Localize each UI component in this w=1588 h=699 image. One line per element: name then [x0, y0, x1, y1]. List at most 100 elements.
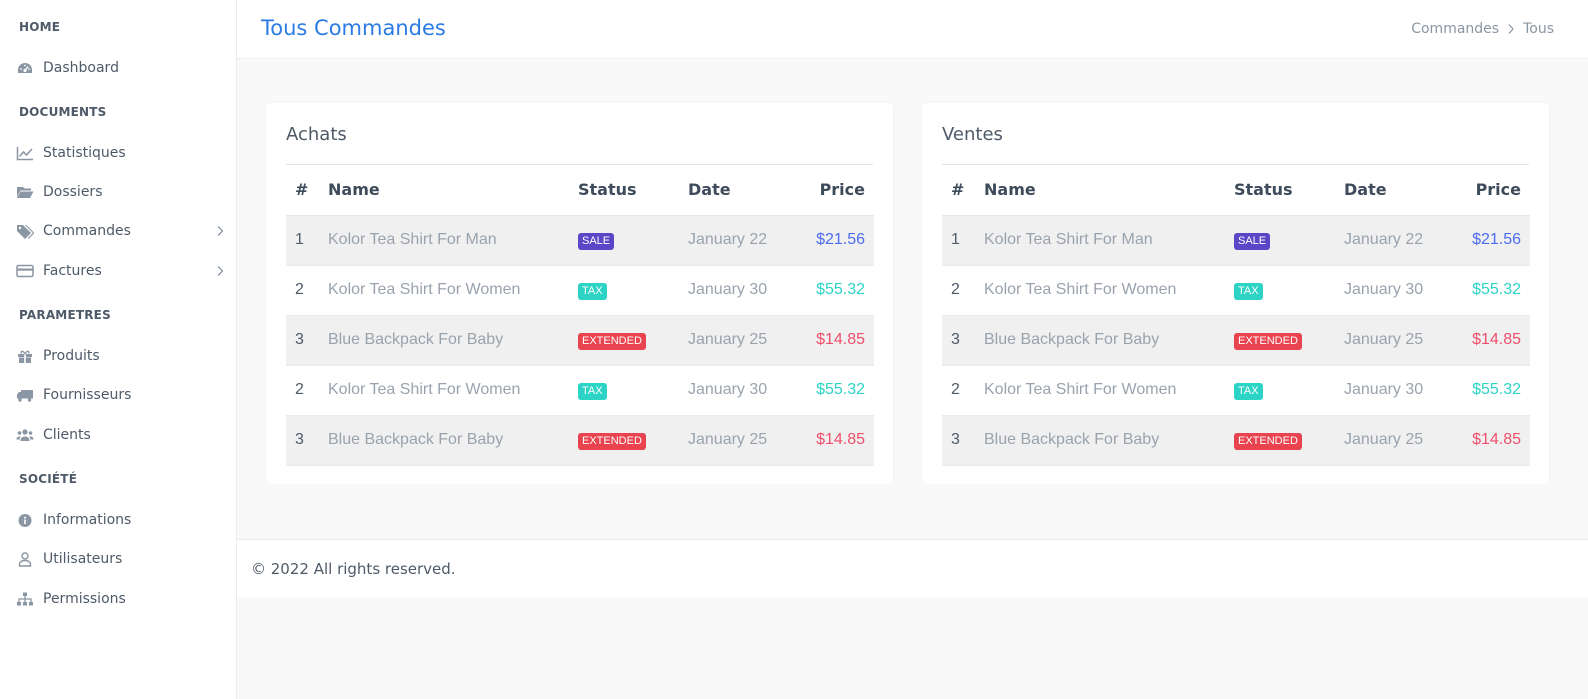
sidebar-item-label: Fournisseurs	[43, 387, 132, 403]
status-badge: TAX	[578, 282, 607, 300]
users-icon	[16, 427, 34, 443]
status-badge: EXTENDED	[578, 332, 646, 350]
sidebar-item-informations[interactable]: Informations	[0, 505, 236, 535]
sidebar-item-factures[interactable]: Factures	[0, 256, 236, 286]
row-number: 2	[286, 265, 328, 316]
table-row[interactable]: 2 Kolor Tea Shirt For Women TAX January 30 $…	[286, 265, 874, 316]
table-row[interactable]: 3 Blue Backpack For Baby EXTENDED January 2…	[942, 415, 1530, 466]
card-title: Achats	[286, 124, 347, 145]
product-name: Kolor Tea Shirt For Women	[984, 265, 1234, 316]
sidebar-item-dossiers[interactable]: Dossiers	[0, 177, 236, 207]
table-header-row: # Name Status Date Price	[942, 165, 1530, 216]
status-badge: TAX	[578, 382, 607, 400]
sidebar-item-clients[interactable]: Clients	[0, 420, 236, 450]
user-icon	[16, 551, 34, 567]
order-price: $14.85	[1454, 415, 1530, 466]
info-circle-icon	[16, 512, 34, 528]
line-chart-icon	[16, 145, 34, 161]
row-number: 2	[942, 365, 984, 416]
row-number: 2	[286, 365, 328, 416]
product-name: Kolor Tea Shirt For Man	[328, 215, 578, 266]
order-date: January 25	[688, 415, 798, 466]
sidebar-item-fournisseurs[interactable]: Fournisseurs	[0, 380, 236, 410]
sidebar-item-label: Factures	[43, 263, 102, 279]
column-header-date: Date	[1344, 165, 1454, 216]
footer: © 2022 All rights reserved.	[237, 539, 1588, 598]
sidebar-section-societe: SOCIÉTÉ	[19, 472, 78, 486]
table-row[interactable]: 1 Kolor Tea Shirt For Man SALE January 22 $2…	[286, 215, 874, 266]
row-number: 3	[286, 315, 328, 366]
order-price: $55.32	[1454, 365, 1530, 416]
achats-table: # Name Status Date Price 1 Kolor Tea Shir…	[286, 165, 874, 466]
order-price: $21.56	[1454, 215, 1530, 266]
status-badge: SALE	[1234, 232, 1271, 250]
row-number: 2	[942, 265, 984, 316]
order-price: $21.56	[798, 215, 874, 266]
row-number: 1	[942, 215, 984, 266]
table-row[interactable]: 3 Blue Backpack For Baby EXTENDED January 2…	[286, 415, 874, 466]
column-header-name: Name	[328, 165, 578, 216]
sidebar: HOME Dashboard DOCUMENTS Statistiques Do…	[0, 0, 237, 699]
column-header-date: Date	[688, 165, 798, 216]
gift-icon	[16, 348, 34, 364]
sidebar-item-statistiques[interactable]: Statistiques	[0, 138, 236, 168]
product-name: Blue Backpack For Baby	[328, 415, 578, 466]
credit-card-icon	[16, 263, 34, 279]
product-name: Blue Backpack For Baby	[984, 315, 1234, 366]
chevron-right-icon	[215, 224, 225, 238]
sidebar-item-commandes[interactable]: Commandes	[0, 216, 236, 246]
status-badge: SALE	[578, 232, 615, 250]
order-date: January 22	[688, 215, 798, 266]
status-badge: EXTENDED	[1234, 432, 1302, 450]
order-date: January 30	[1344, 265, 1454, 316]
sidebar-section-parametres: PARAMETRES	[19, 308, 111, 322]
ventes-card: Ventes # Name Status Date Price 1 Kolor T…	[922, 103, 1549, 484]
order-date: January 22	[1344, 215, 1454, 266]
sidebar-item-dashboard[interactable]: Dashboard	[0, 53, 236, 83]
breadcrumb: Commandes Tous	[1411, 21, 1554, 37]
tachometer-icon	[16, 60, 34, 76]
order-price: $14.85	[798, 415, 874, 466]
sidebar-item-label: Clients	[43, 427, 91, 443]
product-name: Kolor Tea Shirt For Man	[984, 215, 1234, 266]
breadcrumb-link-commandes[interactable]: Commandes	[1411, 21, 1499, 37]
order-date: January 30	[688, 265, 798, 316]
sidebar-item-label: Dashboard	[43, 60, 119, 76]
table-row[interactable]: 3 Blue Backpack For Baby EXTENDED January 2…	[942, 315, 1530, 366]
row-number: 1	[286, 215, 328, 266]
sidebar-item-produits[interactable]: Produits	[0, 341, 236, 371]
order-date: January 30	[688, 365, 798, 416]
breadcrumb-current: Tous	[1523, 21, 1554, 37]
order-price: $14.85	[1454, 315, 1530, 366]
tags-icon	[16, 223, 34, 239]
order-price: $55.32	[1454, 265, 1530, 316]
row-number: 3	[942, 315, 984, 366]
row-number: 3	[942, 415, 984, 466]
ventes-table: # Name Status Date Price 1 Kolor Tea Shir…	[942, 165, 1530, 466]
column-header-num: #	[942, 165, 984, 216]
sidebar-item-label: Permissions	[43, 591, 126, 607]
sidebar-item-permissions[interactable]: Permissions	[0, 584, 236, 614]
product-name: Blue Backpack For Baby	[328, 315, 578, 366]
sidebar-item-label: Informations	[43, 512, 132, 528]
status-badge: TAX	[1234, 382, 1263, 400]
table-row[interactable]: 1 Kolor Tea Shirt For Man SALE January 22 $2…	[942, 215, 1530, 266]
sitemap-icon	[16, 591, 34, 607]
table-row[interactable]: 2 Kolor Tea Shirt For Women TAX January 30 $…	[942, 365, 1530, 416]
sidebar-item-label: Commandes	[43, 223, 131, 239]
table-row[interactable]: 3 Blue Backpack For Baby EXTENDED January 2…	[286, 315, 874, 366]
column-header-num: #	[286, 165, 328, 216]
truck-icon	[16, 387, 34, 403]
table-row[interactable]: 2 Kolor Tea Shirt For Women TAX January 30 $…	[942, 265, 1530, 316]
chevron-right-icon	[1507, 23, 1515, 35]
sidebar-item-utilisateurs[interactable]: Utilisateurs	[0, 544, 236, 574]
product-name: Kolor Tea Shirt For Women	[984, 365, 1234, 416]
table-header-row: # Name Status Date Price	[286, 165, 874, 216]
sidebar-item-label: Dossiers	[43, 184, 103, 200]
page-header: Tous Commandes Commandes Tous	[237, 0, 1588, 59]
page-title: Tous Commandes	[261, 16, 446, 40]
column-header-name: Name	[984, 165, 1234, 216]
sidebar-section-documents: DOCUMENTS	[19, 105, 107, 119]
product-name: Kolor Tea Shirt For Women	[328, 365, 578, 416]
table-row[interactable]: 2 Kolor Tea Shirt For Women TAX January 30 $…	[286, 365, 874, 416]
